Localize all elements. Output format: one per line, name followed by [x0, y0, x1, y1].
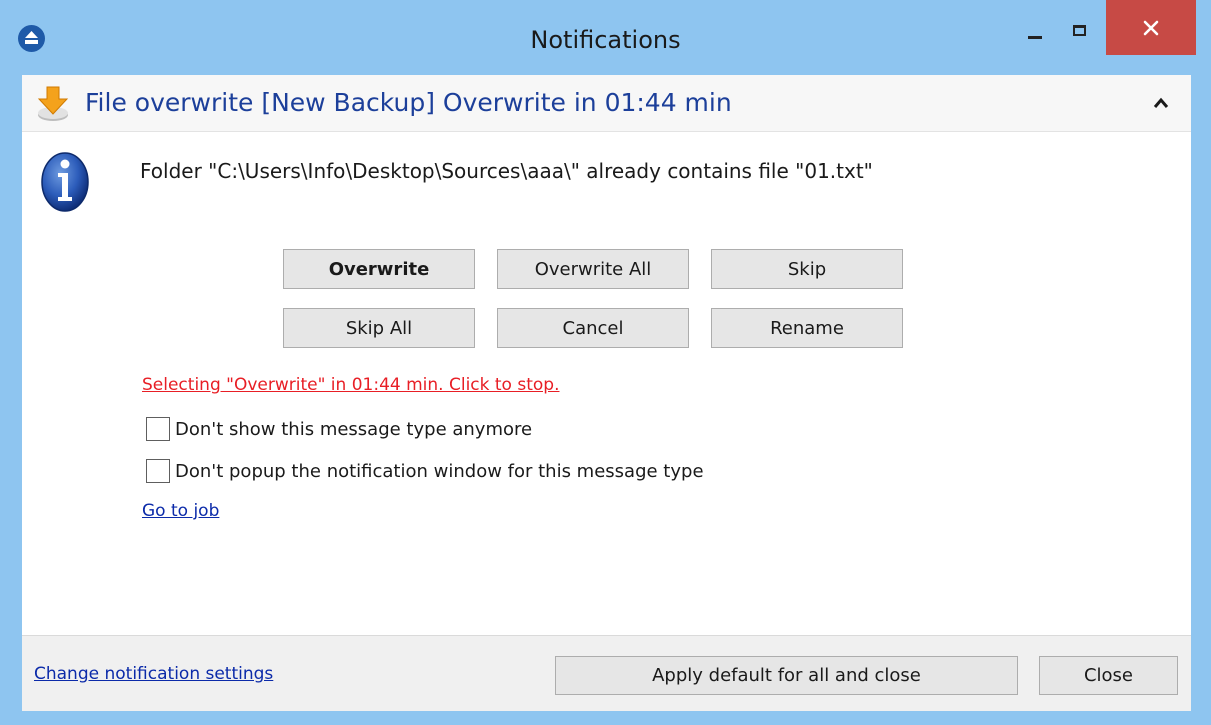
rename-button[interactable]: Rename: [711, 308, 903, 348]
overwrite-all-button[interactable]: Overwrite All: [497, 249, 689, 289]
notification-title: File overwrite [New Backup] Overwrite in…: [85, 88, 732, 117]
skip-all-button[interactable]: Skip All: [283, 308, 475, 348]
maximize-button[interactable]: [1056, 0, 1106, 60]
overwrite-button[interactable]: Overwrite: [283, 249, 475, 289]
dont-show-checkbox[interactable]: [146, 417, 170, 441]
dont-show-label: Don't show this message type anymore: [175, 418, 533, 440]
dont-popup-label: Don't popup the notification window for …: [175, 460, 704, 482]
footer-bar: Change notification settings Apply defau…: [22, 635, 1191, 711]
go-to-job-link[interactable]: Go to job: [142, 501, 219, 521]
minimize-icon: [1028, 36, 1042, 39]
cancel-button[interactable]: Cancel: [497, 308, 689, 348]
chevron-up-icon[interactable]: [1151, 95, 1171, 111]
notification-header[interactable]: File overwrite [New Backup] Overwrite in…: [22, 75, 1191, 132]
auto-select-countdown-link[interactable]: Selecting "Overwrite" in 01:44 min. Clic…: [142, 375, 559, 395]
close-icon: [1143, 20, 1159, 36]
notification-panel: File overwrite [New Backup] Overwrite in…: [22, 75, 1191, 711]
close-window-button[interactable]: [1106, 0, 1196, 55]
maximize-icon: [1073, 25, 1086, 36]
title-bar: Notifications: [0, 0, 1211, 75]
dont-show-option[interactable]: Don't show this message type anymore: [146, 417, 532, 441]
info-icon: [41, 152, 89, 212]
change-notification-settings-link[interactable]: Change notification settings: [34, 664, 273, 684]
dont-popup-option[interactable]: Don't popup the notification window for …: [146, 459, 704, 483]
skip-button[interactable]: Skip: [711, 249, 903, 289]
dont-popup-checkbox[interactable]: [146, 459, 170, 483]
close-button[interactable]: Close: [1039, 656, 1178, 695]
notification-message: Folder "C:\Users\Info\Desktop\Sources\aa…: [140, 159, 873, 183]
download-icon: [37, 86, 69, 121]
minimize-button[interactable]: [1011, 0, 1061, 60]
apply-default-button[interactable]: Apply default for all and close: [555, 656, 1018, 695]
